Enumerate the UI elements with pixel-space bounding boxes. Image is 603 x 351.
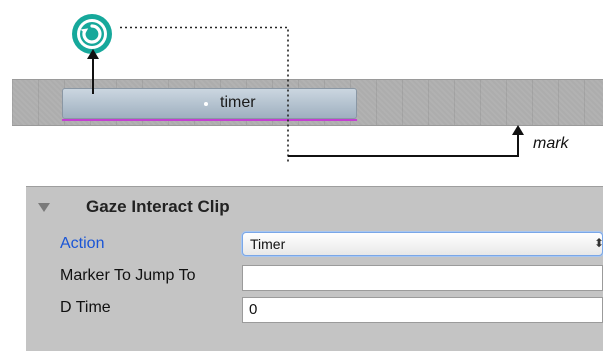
d-time-field[interactable] bbox=[242, 297, 603, 323]
action-dropdown[interactable] bbox=[242, 232, 603, 256]
mark-connector bbox=[288, 125, 524, 157]
d-time-label: D Time bbox=[60, 299, 111, 316]
marker-to-jump-to-field[interactable] bbox=[242, 265, 603, 291]
action-dropdown-value: Timer bbox=[250, 236, 286, 252]
inspector-title: Gaze Interact Clip bbox=[86, 197, 230, 216]
marker-to-jump-to-label: Marker To Jump To bbox=[60, 267, 196, 284]
dropdown-arrows-icon: ⬍ bbox=[594, 236, 603, 250]
mark-label: mark bbox=[533, 135, 569, 152]
action-label: Action bbox=[60, 235, 105, 252]
d-time-value: 0 bbox=[249, 301, 258, 318]
arrow-up-icon bbox=[87, 49, 99, 94]
dotted-connector bbox=[120, 26, 289, 164]
triangle-down-icon[interactable] bbox=[38, 203, 50, 212]
